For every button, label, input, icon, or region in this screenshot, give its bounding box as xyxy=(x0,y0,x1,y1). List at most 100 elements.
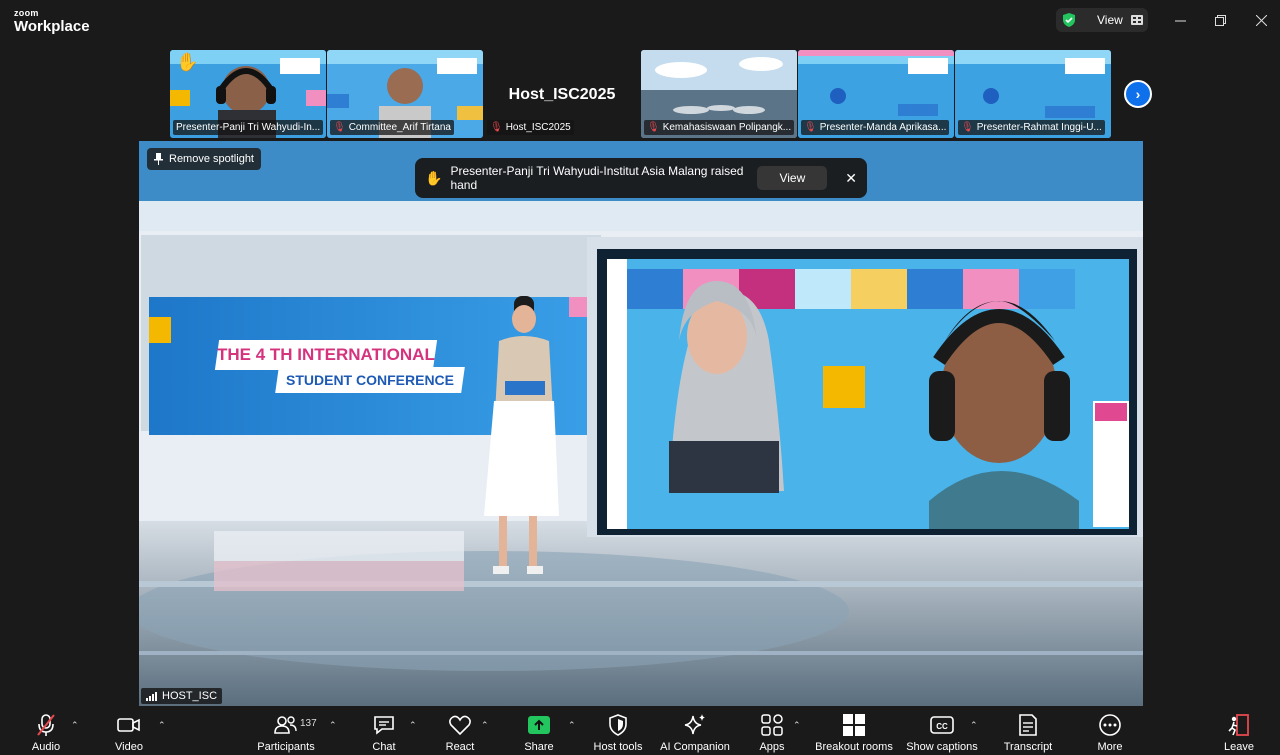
chevron-up-icon[interactable]: ⌃ xyxy=(970,720,978,731)
mic-muted-icon: 🎙 xyxy=(647,122,660,133)
participant-tile[interactable]: 🎙 Presenter-Manda Aprikasa... xyxy=(798,50,954,138)
participant-tile[interactable]: 🎙 Committee_Arif Tirtana xyxy=(327,50,483,138)
apps-button[interactable]: Apps xyxy=(754,706,790,755)
more-icon xyxy=(1099,714,1121,736)
more-button[interactable]: More xyxy=(1092,706,1128,755)
next-page-button[interactable]: › xyxy=(1124,80,1152,108)
participant-name: 🎙 Committee_Arif Tirtana xyxy=(330,120,454,135)
signal-icon xyxy=(146,691,157,701)
participant-name: Presenter-Panji Tri Wahyudi-In... xyxy=(173,120,323,135)
audio-label: Audio xyxy=(31,741,61,753)
mic-muted-icon: 🎙 xyxy=(804,122,817,133)
participant-name-text: Presenter-Rahmat Inggi-U... xyxy=(976,122,1102,133)
participant-name-text: Committee_Arif Tirtana xyxy=(348,122,451,133)
leave-label: Leave xyxy=(1224,741,1254,753)
mic-muted-icon: 🎙 xyxy=(333,122,346,133)
chat-icon xyxy=(374,716,394,735)
conference-subtitle-banner: STUDENT CONFERENCE xyxy=(275,367,465,393)
participant-name-text: Kemahasiswaan Polipangk... xyxy=(662,122,792,133)
meeting-toolbar: Audio ⌃ Video ⌃ Participants 137 ⌃ Chat … xyxy=(0,706,1280,755)
title-bar: zoom Workplace View xyxy=(0,0,1280,41)
leave-button[interactable]: Leave xyxy=(1221,706,1257,755)
ai-companion-label: AI Companion xyxy=(660,741,730,753)
captions-icon: CC xyxy=(930,716,954,734)
show-captions-label: Show captions xyxy=(906,741,978,753)
chevron-up-icon[interactable]: ⌃ xyxy=(793,720,801,731)
participants-icon xyxy=(274,716,297,734)
mic-muted-icon: 🎙 xyxy=(490,122,503,133)
participants-button[interactable]: Participants xyxy=(255,706,317,755)
participant-tile[interactable]: Host_ISC2025 🎙 Host_ISC2025 xyxy=(484,50,640,138)
audio-button[interactable]: Audio xyxy=(28,706,64,755)
transcript-button[interactable]: Transcript xyxy=(1003,706,1053,755)
participant-tile[interactable]: 🎙 Kemahasiswaan Polipangk... xyxy=(641,50,797,138)
notification-view-button[interactable]: View xyxy=(757,166,828,190)
breakout-rooms-button[interactable]: Breakout rooms xyxy=(814,706,894,755)
show-captions-button[interactable]: CC Show captions xyxy=(906,706,978,755)
transcript-label: Transcript xyxy=(1003,741,1053,753)
view-button[interactable]: View xyxy=(1056,8,1148,32)
host-tools-button[interactable]: Host tools xyxy=(593,706,643,755)
grid-view-icon xyxy=(1130,15,1143,25)
participant-name: 🎙 Presenter-Manda Aprikasa... xyxy=(801,120,950,135)
share-label: Share xyxy=(524,741,554,753)
participants-count: 137 xyxy=(300,718,317,729)
notification-text: Presenter-Panji Tri Wahyudi-Institut Asi… xyxy=(450,164,744,192)
ai-companion-button[interactable]: AI Companion xyxy=(660,706,730,755)
close-icon[interactable]: ✕ xyxy=(845,170,857,187)
participant-name-text: Host_ISC2025 xyxy=(505,122,571,133)
remove-spotlight-button[interactable]: Remove spotlight xyxy=(147,148,261,170)
shield-check-icon xyxy=(1063,13,1075,27)
raised-hand-icon: ✋ xyxy=(425,169,443,186)
chat-button[interactable]: Chat xyxy=(366,706,402,755)
mic-muted-icon: 🎙 xyxy=(961,122,974,133)
chevron-up-icon[interactable]: ⌃ xyxy=(409,720,417,731)
chevron-up-icon[interactable]: ⌃ xyxy=(71,720,79,731)
leave-door-icon xyxy=(1228,714,1249,736)
participants-label: Participants xyxy=(257,741,315,753)
chat-label: Chat xyxy=(372,741,396,753)
conference-title-banner: THE 4 TH INTERNATIONAL xyxy=(214,340,438,370)
active-speaker-label: HOST_ISC xyxy=(141,688,223,704)
share-screen-icon xyxy=(528,716,550,734)
heart-icon xyxy=(449,715,471,736)
restore-icon[interactable] xyxy=(1209,10,1231,30)
pin-icon xyxy=(154,153,163,165)
view-label: View xyxy=(1097,13,1123,27)
participant-tile[interactable]: ✋ Presenter-Panji Tri Wahyudi-In... xyxy=(170,50,326,138)
remove-spotlight-label: Remove spotlight xyxy=(169,153,254,165)
main-video-stage: THE 4 TH INTERNATIONAL STUDENT CONFERENC… xyxy=(139,141,1143,706)
zoom-logo: zoom Workplace xyxy=(14,8,90,35)
breakout-rooms-label: Breakout rooms xyxy=(815,741,893,753)
conference-title-line1: THE 4 TH INTERNATIONAL xyxy=(217,345,435,364)
video-label: Video xyxy=(115,741,143,753)
participant-name: 🎙 Presenter-Rahmat Inggi-U... xyxy=(958,120,1105,135)
react-label: React xyxy=(445,741,475,753)
video-button[interactable]: Video xyxy=(111,706,147,755)
react-button[interactable]: React xyxy=(442,706,478,755)
participant-name-text: Presenter-Panji Tri Wahyudi-In... xyxy=(176,122,321,133)
host-name-overlay: Host_ISC2025 xyxy=(508,86,616,103)
chevron-up-icon[interactable]: ⌃ xyxy=(568,720,576,731)
brand-large: Workplace xyxy=(14,18,90,35)
chevron-up-icon[interactable]: ⌃ xyxy=(329,720,337,731)
chevron-up-icon[interactable]: ⌃ xyxy=(481,720,489,731)
participant-name-text: Presenter-Manda Aprikasa... xyxy=(819,122,947,133)
minimize-icon[interactable] xyxy=(1169,10,1191,30)
conference-title-line2: STUDENT CONFERENCE xyxy=(285,372,454,388)
close-icon[interactable] xyxy=(1250,10,1272,30)
brand-small: zoom xyxy=(14,8,39,18)
participant-tile[interactable]: 🎙 Presenter-Rahmat Inggi-U... xyxy=(955,50,1111,138)
mic-muted-icon xyxy=(37,714,55,736)
active-speaker-name: HOST_ISC xyxy=(162,690,218,702)
participant-name: 🎙 Kemahasiswaan Polipangk... xyxy=(644,120,794,135)
share-button[interactable]: Share xyxy=(521,706,557,755)
raised-hand-icon: ✋ xyxy=(176,52,199,72)
virtual-studio-background xyxy=(139,141,1143,706)
participant-name: 🎙 Host_ISC2025 xyxy=(487,120,574,135)
chevron-up-icon[interactable]: ⌃ xyxy=(158,720,166,731)
apps-icon xyxy=(761,714,783,736)
breakout-rooms-icon xyxy=(843,714,865,736)
apps-label: Apps xyxy=(759,741,785,753)
svg-text:CC: CC xyxy=(936,722,948,731)
